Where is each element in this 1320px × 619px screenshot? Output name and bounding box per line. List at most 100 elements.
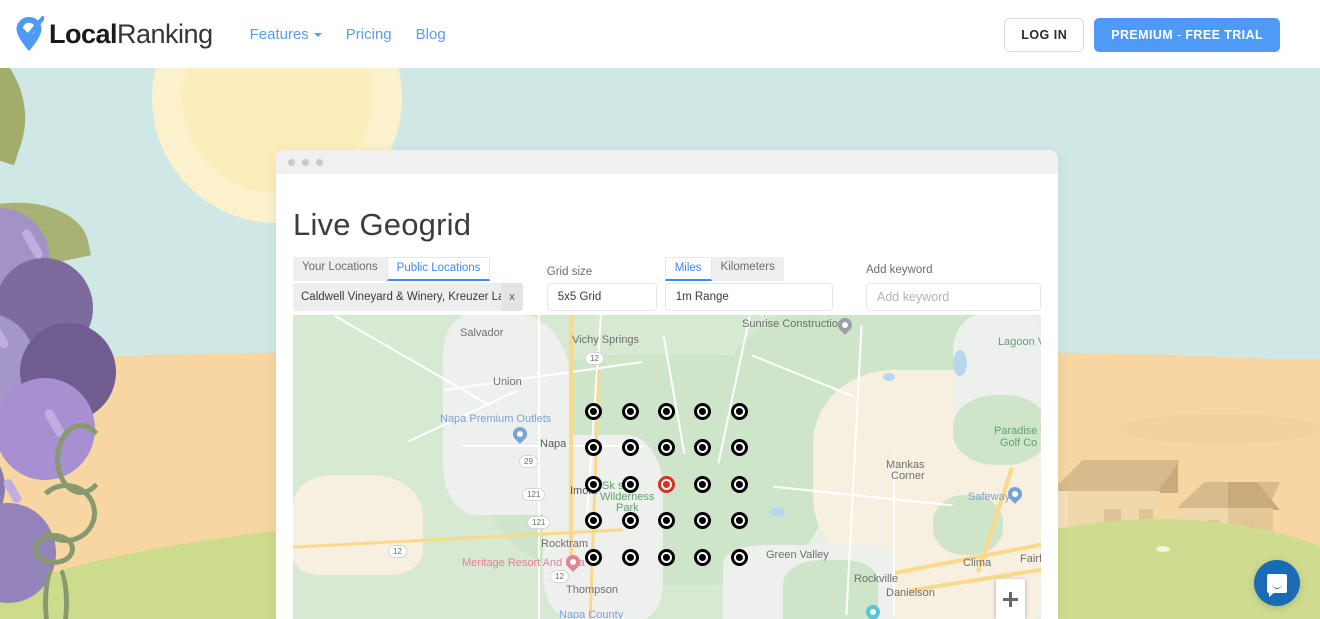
tab-miles[interactable]: Miles — [665, 257, 712, 281]
sunrise-construction-pin[interactable] — [838, 318, 852, 337]
geogrid-marker-core — [627, 444, 633, 450]
open-chat-button[interactable] — [1254, 560, 1300, 606]
highway-shield-icon: 29 — [519, 455, 538, 468]
geogrid-controls: Your Locations Public Locations Caldwell… — [293, 248, 1041, 311]
geogrid-marker[interactable] — [622, 476, 639, 493]
highway-shield-icon: 121 — [527, 516, 550, 529]
map-label: Salvador — [460, 327, 503, 339]
map-label: Golf Co — [1000, 437, 1037, 449]
map-pin-center — [842, 322, 848, 328]
geogrid-marker-center[interactable] — [658, 476, 675, 493]
geogrid-marker[interactable] — [731, 512, 748, 529]
login-button[interactable]: LOG IN — [1004, 18, 1084, 52]
geogrid-marker-core — [699, 444, 705, 450]
location-field[interactable]: Caldwell Vineyard & Winery, Kreuzer Lane… — [293, 283, 523, 311]
geogrid-marker[interactable] — [694, 512, 711, 529]
map-label: Lagoon Va — [998, 336, 1041, 348]
geogrid-marker[interactable] — [585, 439, 602, 456]
vine-curl — [43, 563, 69, 619]
geogrid-marker-core — [736, 517, 742, 523]
pebble-shape — [1156, 546, 1170, 552]
safeway-pin[interactable] — [1008, 487, 1022, 506]
add-keyword-input[interactable] — [866, 283, 1041, 311]
leaf-icon — [0, 68, 50, 165]
window-close-dot-icon — [288, 159, 295, 166]
geogrid-marker-core — [663, 481, 669, 487]
geogrid-marker-core — [736, 408, 742, 414]
dune-shape — [1120, 414, 1320, 444]
geogrid-marker[interactable] — [694, 403, 711, 420]
map-label: Sunrise Construction — [742, 318, 844, 330]
nav-item-pricing[interactable]: Pricing — [346, 26, 392, 43]
geogrid-map[interactable]: SalvadorVichy SpringsSunrise Constructio… — [293, 315, 1041, 619]
nav-actions: LOG IN PREMIUM - FREE TRIAL — [1004, 18, 1280, 52]
nav-item-pricing-label: Pricing — [346, 26, 392, 43]
outlets-pin[interactable] — [513, 427, 527, 446]
geogrid-marker[interactable] — [731, 439, 748, 456]
logo[interactable]: LocalRanking — [14, 16, 213, 52]
page-root: LocalRanking Features Pricing Blog LOG I… — [0, 0, 1320, 619]
logo-text: LocalRanking — [49, 19, 213, 50]
geogrid-marker[interactable] — [694, 439, 711, 456]
geogrid-marker-core — [699, 554, 705, 560]
map-label: Fairfi — [1020, 553, 1041, 565]
nav-item-blog[interactable]: Blog — [416, 26, 446, 43]
geogrid-marker[interactable] — [731, 476, 748, 493]
tab-kilometers[interactable]: Kilometers — [712, 257, 784, 281]
airport-pin[interactable] — [866, 605, 880, 619]
top-navigation-bar: LocalRanking Features Pricing Blog LOG I… — [0, 0, 1320, 68]
geogrid-marker[interactable] — [622, 512, 639, 529]
highway-shield-icon: 12 — [585, 352, 604, 365]
geogrid-marker[interactable] — [658, 439, 675, 456]
geogrid-marker-core — [590, 554, 596, 560]
location-control: Your Locations Public Locations Caldwell… — [293, 257, 523, 311]
range-control: Miles Kilometers 1m Range — [665, 257, 833, 311]
geogrid-marker-core — [663, 408, 669, 414]
geogrid-marker-core — [736, 481, 742, 487]
geogrid-marker[interactable] — [694, 476, 711, 493]
geogrid-marker[interactable] — [622, 403, 639, 420]
vine-curl — [33, 533, 75, 565]
map-pin-center — [870, 609, 876, 615]
map-label: Corner — [891, 470, 925, 482]
location-tabs: Your Locations Public Locations — [293, 257, 523, 281]
meritage-pin[interactable] — [566, 555, 580, 574]
geogrid-marker[interactable] — [694, 549, 711, 566]
map-pin-center — [570, 559, 576, 565]
geogrid-marker[interactable] — [585, 549, 602, 566]
keyword-control: Add keyword — [866, 264, 1041, 311]
add-keyword-label: Add keyword — [866, 264, 1041, 276]
chat-smile-icon — [1272, 584, 1282, 589]
geogrid-marker[interactable] — [585, 476, 602, 493]
geogrid-marker-core — [663, 517, 669, 523]
tab-your-locations[interactable]: Your Locations — [293, 257, 387, 281]
grid-size-select[interactable]: 5x5 Grid — [547, 283, 657, 311]
tab-public-locations[interactable]: Public Locations — [387, 257, 491, 281]
unit-tabs: Miles Kilometers — [665, 257, 833, 281]
geogrid-marker[interactable] — [658, 512, 675, 529]
geogrid-marker[interactable] — [585, 403, 602, 420]
geogrid-marker[interactable] — [731, 549, 748, 566]
geogrid-marker-core — [736, 554, 742, 560]
geogrid-marker[interactable] — [731, 403, 748, 420]
geogrid-marker-core — [699, 408, 705, 414]
map-label: Napa Premium Outlets — [440, 413, 551, 425]
geogrid-marker[interactable] — [658, 549, 675, 566]
geogrid-marker[interactable] — [585, 512, 602, 529]
geogrid-marker[interactable] — [622, 439, 639, 456]
range-select[interactable]: 1m Range — [665, 283, 833, 311]
grid-size-control: Grid size 5x5 Grid — [547, 266, 657, 311]
grape-highlight — [2, 477, 23, 504]
map-label: Rocktram — [541, 538, 588, 550]
geogrid-marker-core — [699, 517, 705, 523]
geogrid-marker[interactable] — [622, 549, 639, 566]
geogrid-marker-core — [699, 481, 705, 487]
geogrid-marker-core — [663, 554, 669, 560]
nav-item-features[interactable]: Features — [250, 26, 322, 43]
premium-free-trial-button[interactable]: PREMIUM - FREE TRIAL — [1094, 18, 1280, 52]
premium-dash: - — [1173, 28, 1185, 42]
geogrid-marker[interactable] — [658, 403, 675, 420]
main-menu: Features Pricing Blog — [250, 26, 446, 43]
map-zoom-in-button[interactable] — [996, 579, 1025, 619]
clear-location-button[interactable]: x — [501, 283, 523, 311]
